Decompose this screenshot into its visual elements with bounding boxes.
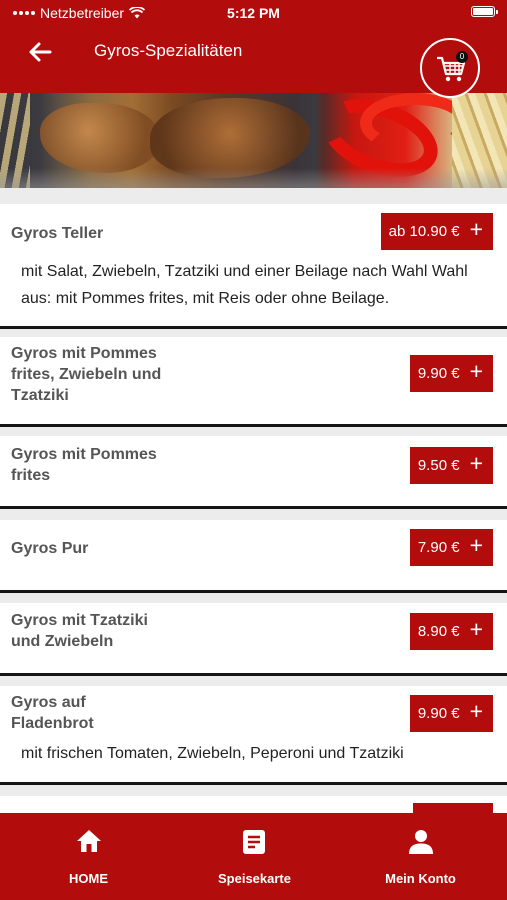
cart-button[interactable]: 0	[420, 38, 480, 98]
nav-label: HOME	[69, 871, 108, 886]
menu-item-name: Gyros mit Pommes frites, Zwiebeln und Tz…	[11, 345, 162, 404]
plus-icon: +	[469, 216, 483, 242]
page-title: Gyros-Spezialitäten	[94, 41, 243, 60]
bottom-navigation: HOME Speisekarte Mein Konto	[0, 813, 507, 900]
nav-speisekarte[interactable]: Speisekarte	[170, 813, 339, 900]
nav-label: Mein Konto	[385, 871, 456, 886]
status-bar: Netzbetreiber 5:12 PM	[0, 0, 507, 26]
plus-icon: +	[469, 616, 483, 642]
add-to-cart-button[interactable]: 8.90 € +	[409, 613, 493, 650]
menu-item-price: 9.90 €	[417, 705, 460, 722]
category-banner-image	[0, 93, 507, 188]
menu-item-name: Gyros mit Pommes frites	[11, 446, 157, 484]
nav-mein-konto[interactable]: Mein Konto	[336, 813, 505, 900]
menu-item-card[interactable]: Gyros mit Pommes frites 9.50 € +	[0, 436, 507, 509]
add-to-cart-button[interactable]: 7.90 € +	[409, 529, 493, 566]
menu-item-card[interactable]: Gyros Pur 7.90 € +	[0, 520, 507, 593]
menu-item-description: mit frischen Tomaten, Zwiebeln, Peperoni…	[21, 745, 404, 762]
arrow-left-icon	[29, 42, 52, 62]
plus-icon: +	[469, 698, 483, 724]
menu-item-price: 7.90 €	[417, 539, 460, 556]
cart-count-badge: 0	[456, 51, 468, 63]
home-icon	[77, 830, 101, 852]
menu-item-card[interactable]: Gyros Teller ab 10.90 € + mit Salat, Zwie…	[0, 204, 507, 329]
menu-item-name: Gyros Teller	[11, 225, 104, 242]
menu-item-price: 9.90 €	[417, 365, 460, 382]
nav-label: Speisekarte	[218, 871, 291, 886]
menu-item-card[interactable]: Gyros mit Tzatziki und Zwiebeln 8.90 € +	[0, 603, 507, 676]
menu-item-price: ab 10.90 €	[388, 223, 460, 240]
plus-icon: +	[469, 450, 483, 476]
menu-item-card[interactable]: Gyros mit Pommes frites, Zwiebeln und Tz…	[0, 337, 507, 427]
plus-icon: +	[469, 532, 483, 558]
add-to-cart-button[interactable]: ab 10.90 € +	[380, 213, 493, 250]
menu-list-icon	[243, 830, 265, 854]
plus-icon: +	[469, 358, 483, 384]
add-to-cart-button[interactable]: 9.90 € +	[409, 355, 493, 392]
add-to-cart-button[interactable]: 9.50 € +	[409, 447, 493, 484]
menu-item-name: Gyros auf Fladenbrot	[11, 694, 94, 732]
menu-item-description: mit Salat, Zwiebeln, Tzatziki und einer …	[21, 263, 468, 307]
menu-item-name: Gyros mit Tzatziki und Zwiebeln	[11, 612, 148, 650]
menu-item-price: 9.50 €	[417, 457, 460, 474]
menu-item-name: Gyros Pur	[11, 540, 89, 557]
add-to-cart-button[interactable]: 9.90 € +	[409, 695, 493, 732]
menu-item-price: 8.90 €	[417, 623, 460, 640]
back-button[interactable]	[26, 38, 54, 66]
status-time: 5:12 PM	[227, 5, 280, 21]
battery-icon	[471, 6, 498, 17]
menu-item-card[interactable]: Gyros auf Fladenbrot 9.90 € + mit frische…	[0, 686, 507, 785]
nav-home[interactable]: HOME	[4, 813, 173, 900]
user-icon	[409, 830, 433, 854]
